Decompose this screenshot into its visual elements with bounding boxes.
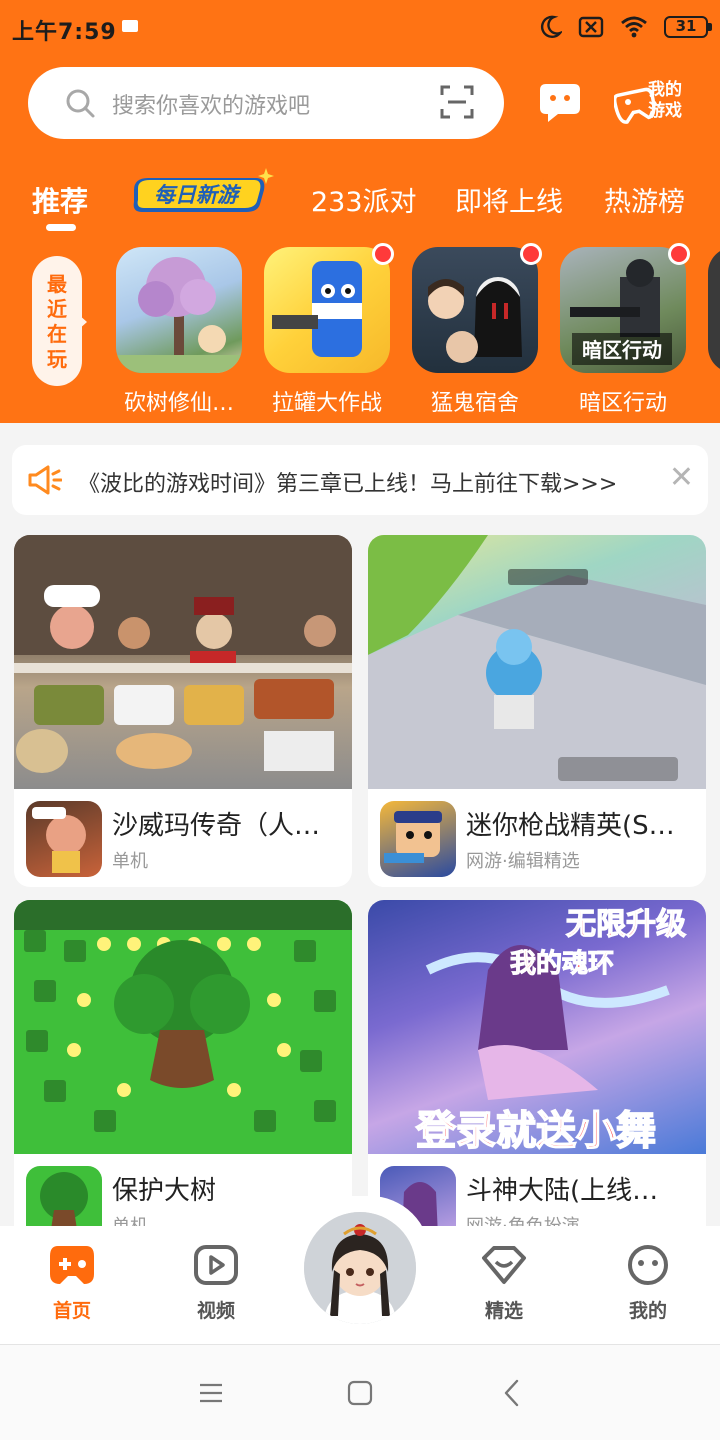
recent-played-label: 最近在玩	[47, 272, 67, 371]
tab-hot-list[interactable]: 热游榜	[604, 180, 685, 219]
game-cover	[14, 900, 352, 1154]
game-tag: 网游·编辑精选	[466, 851, 580, 872]
heart-icon	[482, 1246, 526, 1284]
game-card[interactable]: 保护大树 单机	[14, 900, 352, 1252]
search-input[interactable]: 搜索你喜欢的游戏吧	[112, 88, 310, 120]
nav-mine-label: 我的	[628, 1300, 667, 1322]
recent-game-name: 砍树修仙…	[123, 391, 234, 416]
game-title: 保护大树	[112, 1176, 217, 1206]
game-title: 迷你枪战精英(S…	[466, 811, 675, 841]
game-icon	[380, 801, 456, 877]
close-icon[interactable]: ✕	[669, 463, 694, 493]
tab-recommend[interactable]: 推荐	[32, 180, 88, 220]
nav-video[interactable]: 视频	[176, 1244, 256, 1323]
search-bar[interactable]: 搜索你喜欢的游戏吧	[28, 67, 504, 139]
recent-game-item-partial[interactable]	[708, 247, 720, 373]
recent-game-name: 拉罐大作战	[271, 391, 382, 416]
moon-icon	[540, 15, 562, 38]
svg-text:每日新游: 每日新游	[154, 183, 242, 207]
nav-featured-label: 精选	[484, 1300, 523, 1322]
game-tag: 单机	[112, 851, 148, 872]
search-icon	[66, 89, 95, 118]
status-time: 上午7:59	[12, 20, 117, 45]
game-icon	[708, 247, 720, 373]
nav-home[interactable]: 首页	[32, 1244, 112, 1323]
game-title: 斗神大陆(上线…	[466, 1176, 659, 1206]
notice-text: 《波比的游戏时间》第三章已上线！马上前往下载>>>	[78, 472, 618, 497]
game-icon	[26, 801, 102, 877]
game-card[interactable]: 迷你枪战精英(S… 网游·编辑精选	[368, 535, 706, 887]
daily-new-games-logo: 每日新游	[133, 168, 274, 212]
avatar[interactable]	[304, 1212, 416, 1324]
game-cover	[14, 535, 352, 789]
tab-indicator	[46, 224, 76, 231]
back-icon[interactable]	[502, 1379, 522, 1407]
gamepad-icon	[50, 1246, 94, 1284]
tab-coming-soon[interactable]: 即将上线	[455, 180, 563, 219]
menu-icon[interactable]	[198, 1381, 224, 1405]
notice-bar[interactable]: 《波比的游戏时间》第三章已上线！马上前往下载>>> ✕	[12, 445, 708, 515]
system-navigation-bar	[0, 1344, 720, 1440]
game-title: 沙威玛传奇（人…	[112, 811, 321, 841]
game-icon	[116, 247, 242, 373]
header-area: 上午7:59 31 搜索你喜欢的游戏吧 我的游戏 推荐 233派对 即将上线 热…	[0, 0, 720, 423]
update-badge	[520, 243, 542, 265]
my-games-label: 我的游戏	[648, 80, 682, 121]
megaphone-icon	[28, 465, 62, 495]
daily-new-games-tab[interactable]: 每日新游	[128, 168, 274, 216]
game-card[interactable]: 沙威玛传奇（人… 单机	[14, 535, 352, 887]
status-bar: 上午7:59 31	[0, 0, 720, 56]
face-icon	[628, 1245, 668, 1285]
recent-game-name: 猛鬼宿舍	[430, 391, 519, 416]
recent-played-label-box[interactable]: 最近在玩	[32, 256, 82, 386]
battery-icon: 31	[664, 16, 712, 38]
game-cover: 无限升级 我的魂环 登录就送小舞	[368, 900, 706, 1154]
svg-text:暗区行动: 暗区行动	[582, 338, 662, 362]
svg-text:登录就送小舞: 登录就送小舞	[415, 1108, 656, 1154]
recent-game-name: 暗区行动	[578, 391, 667, 416]
sim-off-icon	[578, 16, 604, 38]
message-icon[interactable]	[538, 80, 582, 124]
nav-video-label: 视频	[196, 1300, 235, 1322]
battery-level: 31	[675, 17, 697, 35]
game-cover	[368, 535, 706, 789]
my-games-button[interactable]: 我的游戏	[614, 76, 694, 130]
svg-text:我的魂环: 我的魂环	[510, 948, 614, 979]
recent-game-item[interactable]: 拉罐大作战	[264, 243, 394, 416]
tab-233-party[interactable]: 233派对	[311, 180, 417, 219]
recent-game-item[interactable]: 砍树修仙…	[116, 247, 242, 416]
game-icon	[412, 247, 538, 373]
update-badge	[668, 243, 690, 265]
recording-icon	[122, 20, 138, 32]
recent-game-item[interactable]: 猛鬼宿舍	[412, 243, 542, 416]
game-icon	[264, 247, 390, 373]
nav-mine[interactable]: 我的	[608, 1244, 688, 1323]
category-tabs: 推荐 233派对 即将上线 热游榜	[0, 170, 720, 230]
nav-home-label: 首页	[52, 1300, 91, 1322]
game-card[interactable]: 无限升级 我的魂环 登录就送小舞 斗神大陆(上线… 网游·角色扮演	[368, 900, 706, 1252]
svg-text:无限升级: 无限升级	[566, 907, 686, 942]
update-badge	[372, 243, 394, 265]
play-icon	[194, 1245, 238, 1285]
home-icon[interactable]	[347, 1380, 373, 1406]
wifi-icon	[621, 16, 647, 38]
scan-icon[interactable]	[440, 85, 474, 119]
nav-featured[interactable]: 精选	[464, 1244, 544, 1323]
game-icon: 暗区行动	[560, 247, 686, 373]
recent-game-item[interactable]: 暗区行动 暗区行动	[560, 243, 690, 416]
recent-arrow	[78, 314, 87, 330]
